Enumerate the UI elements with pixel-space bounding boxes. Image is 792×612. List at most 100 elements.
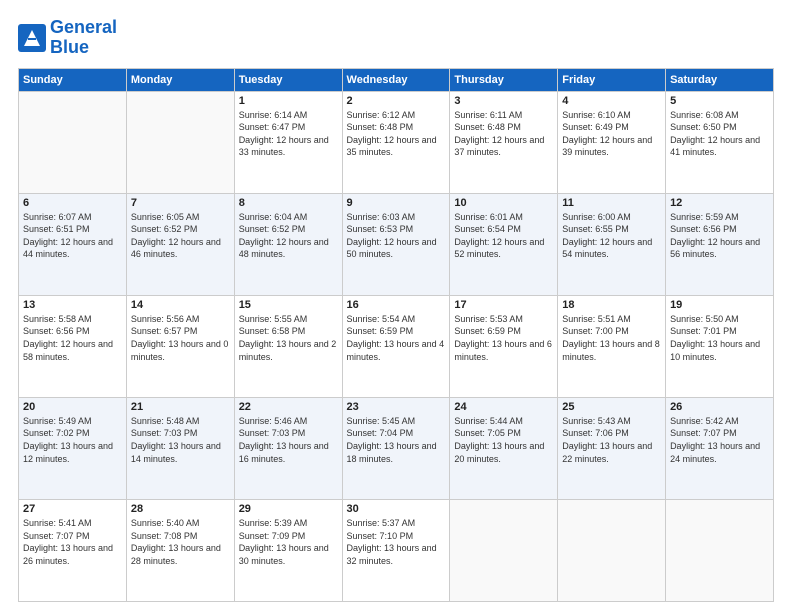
day-number: 25	[562, 401, 661, 413]
day-number: 17	[454, 299, 553, 311]
col-header-friday: Friday	[558, 68, 666, 91]
day-number: 24	[454, 401, 553, 413]
logo-line2: Blue	[50, 38, 117, 58]
day-number: 8	[239, 197, 338, 209]
week-row-1: 1 Sunrise: 6:14 AM Sunset: 6:47 PM Daylig…	[19, 91, 774, 193]
day-cell: 12Sunrise: 5:59 AM Sunset: 6:56 PM Dayli…	[666, 193, 774, 295]
day-cell: 14 Sunrise: 5:56 AM Sunset: 6:57 PM Dayli…	[126, 295, 234, 397]
day-info: Sunrise: 6:14 AM Sunset: 6:47 PM Dayligh…	[239, 109, 338, 159]
day-number: 19	[670, 299, 769, 311]
day-number: 20	[23, 401, 122, 413]
week-row-4: 20Sunrise: 5:49 AM Sunset: 7:02 PM Dayli…	[19, 397, 774, 499]
day-info: Sunrise: 5:59 AM Sunset: 6:56 PM Dayligh…	[670, 211, 769, 261]
day-number: 18	[562, 299, 661, 311]
day-cell	[558, 499, 666, 601]
day-info: Sunrise: 6:04 AM Sunset: 6:52 PM Dayligh…	[239, 211, 338, 261]
day-number: 13	[23, 299, 122, 311]
day-info: Sunrise: 5:37 AM Sunset: 7:10 PM Dayligh…	[347, 517, 446, 567]
header-row: SundayMondayTuesdayWednesdayThursdayFrid…	[19, 68, 774, 91]
col-header-wednesday: Wednesday	[342, 68, 450, 91]
col-header-tuesday: Tuesday	[234, 68, 342, 91]
day-cell: 6 Sunrise: 6:07 AM Sunset: 6:51 PM Daylig…	[19, 193, 127, 295]
day-cell: 25 Sunrise: 5:43 AM Sunset: 7:06 PM Dayli…	[558, 397, 666, 499]
day-cell: 7Sunrise: 6:05 AM Sunset: 6:52 PM Daylig…	[126, 193, 234, 295]
day-cell: 24 Sunrise: 5:44 AM Sunset: 7:05 PM Dayli…	[450, 397, 558, 499]
day-number: 2	[347, 95, 446, 107]
day-cell: 28 Sunrise: 5:40 AM Sunset: 7:08 PM Dayli…	[126, 499, 234, 601]
day-cell: 27 Sunrise: 5:41 AM Sunset: 7:07 PM Dayli…	[19, 499, 127, 601]
day-number: 27	[23, 503, 122, 515]
day-number: 4	[562, 95, 661, 107]
day-info: Sunrise: 6:01 AM Sunset: 6:54 PM Dayligh…	[454, 211, 553, 261]
header: General Blue	[18, 18, 774, 58]
day-info: Sunrise: 5:41 AM Sunset: 7:07 PM Dayligh…	[23, 517, 122, 567]
day-info: Sunrise: 5:53 AM Sunset: 6:59 PM Dayligh…	[454, 313, 553, 363]
day-cell: 11 Sunrise: 6:00 AM Sunset: 6:55 PM Dayli…	[558, 193, 666, 295]
day-cell: 15 Sunrise: 5:55 AM Sunset: 6:58 PM Dayli…	[234, 295, 342, 397]
day-info: Sunrise: 5:42 AM Sunset: 7:07 PM Dayligh…	[670, 415, 769, 465]
day-cell: 18 Sunrise: 5:51 AM Sunset: 7:00 PM Dayli…	[558, 295, 666, 397]
day-cell: 20Sunrise: 5:49 AM Sunset: 7:02 PM Dayli…	[19, 397, 127, 499]
day-info: Sunrise: 5:44 AM Sunset: 7:05 PM Dayligh…	[454, 415, 553, 465]
day-info: Sunrise: 6:07 AM Sunset: 6:51 PM Dayligh…	[23, 211, 122, 261]
logo-icon	[18, 24, 46, 52]
day-cell: 21Sunrise: 5:48 AM Sunset: 7:03 PM Dayli…	[126, 397, 234, 499]
day-number: 10	[454, 197, 553, 209]
logo-line1: General	[50, 18, 117, 38]
day-info: Sunrise: 5:43 AM Sunset: 7:06 PM Dayligh…	[562, 415, 661, 465]
page: General Blue SundayMondayTuesdayWednesda…	[0, 0, 792, 612]
day-cell: 5 Sunrise: 6:08 AM Sunset: 6:50 PM Daylig…	[666, 91, 774, 193]
day-cell: 19 Sunrise: 5:50 AM Sunset: 7:01 PM Dayli…	[666, 295, 774, 397]
day-info: Sunrise: 5:46 AM Sunset: 7:03 PM Dayligh…	[239, 415, 338, 465]
day-cell: 9Sunrise: 6:03 AM Sunset: 6:53 PM Daylig…	[342, 193, 450, 295]
day-info: Sunrise: 5:51 AM Sunset: 7:00 PM Dayligh…	[562, 313, 661, 363]
day-info: Sunrise: 5:50 AM Sunset: 7:01 PM Dayligh…	[670, 313, 769, 363]
week-row-2: 6 Sunrise: 6:07 AM Sunset: 6:51 PM Daylig…	[19, 193, 774, 295]
day-number: 5	[670, 95, 769, 107]
week-row-3: 13 Sunrise: 5:58 AM Sunset: 6:56 PM Dayli…	[19, 295, 774, 397]
day-info: Sunrise: 6:12 AM Sunset: 6:48 PM Dayligh…	[347, 109, 446, 159]
day-cell: 8 Sunrise: 6:04 AM Sunset: 6:52 PM Daylig…	[234, 193, 342, 295]
day-number: 6	[23, 197, 122, 209]
day-cell	[19, 91, 127, 193]
day-info: Sunrise: 5:45 AM Sunset: 7:04 PM Dayligh…	[347, 415, 446, 465]
day-number: 3	[454, 95, 553, 107]
day-number: 29	[239, 503, 338, 515]
day-cell: 30Sunrise: 5:37 AM Sunset: 7:10 PM Dayli…	[342, 499, 450, 601]
day-info: Sunrise: 5:55 AM Sunset: 6:58 PM Dayligh…	[239, 313, 338, 363]
day-number: 28	[131, 503, 230, 515]
day-cell	[666, 499, 774, 601]
day-info: Sunrise: 5:48 AM Sunset: 7:03 PM Dayligh…	[131, 415, 230, 465]
day-number: 7	[131, 197, 230, 209]
day-number: 23	[347, 401, 446, 413]
day-info: Sunrise: 5:56 AM Sunset: 6:57 PM Dayligh…	[131, 313, 230, 363]
day-info: Sunrise: 6:11 AM Sunset: 6:48 PM Dayligh…	[454, 109, 553, 159]
week-row-5: 27 Sunrise: 5:41 AM Sunset: 7:07 PM Dayli…	[19, 499, 774, 601]
day-number: 26	[670, 401, 769, 413]
col-header-thursday: Thursday	[450, 68, 558, 91]
day-number: 1	[239, 95, 338, 107]
day-info: Sunrise: 6:00 AM Sunset: 6:55 PM Dayligh…	[562, 211, 661, 261]
day-cell: 26 Sunrise: 5:42 AM Sunset: 7:07 PM Dayli…	[666, 397, 774, 499]
day-cell: 16Sunrise: 5:54 AM Sunset: 6:59 PM Dayli…	[342, 295, 450, 397]
day-cell: 29 Sunrise: 5:39 AM Sunset: 7:09 PM Dayli…	[234, 499, 342, 601]
day-info: Sunrise: 5:54 AM Sunset: 6:59 PM Dayligh…	[347, 313, 446, 363]
day-info: Sunrise: 5:40 AM Sunset: 7:08 PM Dayligh…	[131, 517, 230, 567]
day-info: Sunrise: 6:03 AM Sunset: 6:53 PM Dayligh…	[347, 211, 446, 261]
day-number: 15	[239, 299, 338, 311]
day-cell: 4Sunrise: 6:10 AM Sunset: 6:49 PM Daylig…	[558, 91, 666, 193]
calendar-table: SundayMondayTuesdayWednesdayThursdayFrid…	[18, 68, 774, 602]
day-cell: 23 Sunrise: 5:45 AM Sunset: 7:04 PM Dayli…	[342, 397, 450, 499]
day-cell: 3 Sunrise: 6:11 AM Sunset: 6:48 PM Daylig…	[450, 91, 558, 193]
day-info: Sunrise: 5:39 AM Sunset: 7:09 PM Dayligh…	[239, 517, 338, 567]
logo: General Blue	[18, 18, 117, 58]
day-number: 14	[131, 299, 230, 311]
day-number: 22	[239, 401, 338, 413]
day-cell	[126, 91, 234, 193]
day-info: Sunrise: 6:08 AM Sunset: 6:50 PM Dayligh…	[670, 109, 769, 159]
day-cell: 2 Sunrise: 6:12 AM Sunset: 6:48 PM Daylig…	[342, 91, 450, 193]
day-info: Sunrise: 5:58 AM Sunset: 6:56 PM Dayligh…	[23, 313, 122, 363]
col-header-monday: Monday	[126, 68, 234, 91]
day-number: 11	[562, 197, 661, 209]
day-cell: 1 Sunrise: 6:14 AM Sunset: 6:47 PM Daylig…	[234, 91, 342, 193]
